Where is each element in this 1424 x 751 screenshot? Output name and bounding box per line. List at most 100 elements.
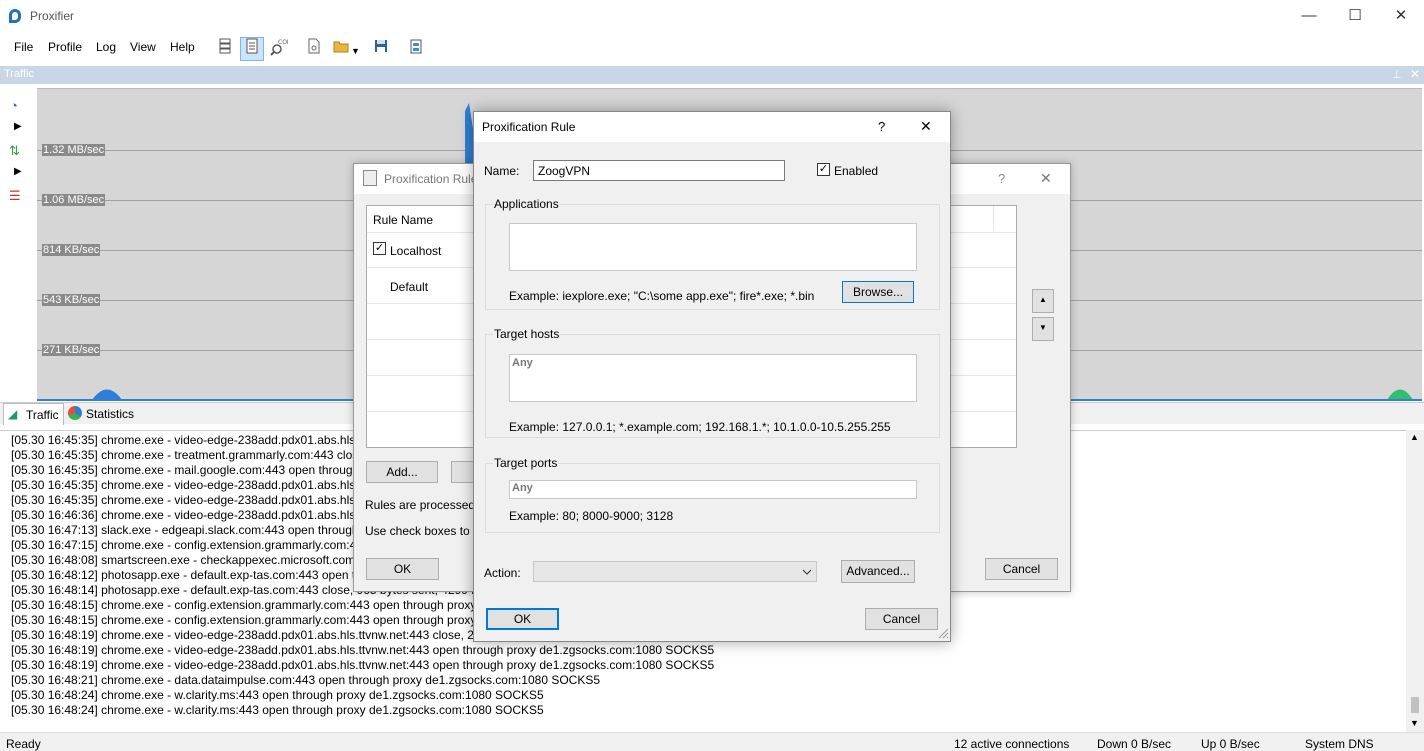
scroll-down-icon[interactable]: ▼ <box>1410 718 1419 728</box>
enabled-checkbox[interactable]: ✓ <box>817 163 830 176</box>
log-line: [05.30 16:45:35] chrome.exe - treatment.… <box>11 448 365 462</box>
tab-statistics[interactable]: Statistics <box>64 403 138 425</box>
resize-grip-icon[interactable] <box>937 627 949 639</box>
proxification-rules-icon[interactable] <box>240 37 264 61</box>
menu-log[interactable]: Log <box>96 40 116 54</box>
move-down-button[interactable]: ▼ <box>1032 317 1054 341</box>
rule-help-button[interactable]: ? <box>878 119 885 134</box>
status-download-speed: Down 0 B/sec <box>1097 737 1172 751</box>
log-line: [05.30 16:48:19] chrome.exe - video-edge… <box>11 643 715 657</box>
proxification-rule-dialog: Proxification Rule ? ✕ Name: ZoogVPN ✓ E… <box>473 111 951 642</box>
scroll-thumb[interactable] <box>1411 697 1419 713</box>
status-bar: Ready 12 active connections Down 0 B/sec… <box>0 732 1424 751</box>
expand-arrow-2-icon[interactable]: ▶ <box>14 166 22 177</box>
menu-file[interactable]: File <box>14 40 33 54</box>
target-hosts-value: Any <box>512 357 533 369</box>
panel-close-icon[interactable]: ✕ <box>1410 67 1420 81</box>
enabled-label: Enabled <box>834 164 879 178</box>
new-profile-icon[interactable] <box>302 37 326 61</box>
rules-dialog-icon <box>363 170 377 186</box>
rules-dialog-title: Proxification Rule <box>384 172 478 186</box>
action-select[interactable] <box>533 561 817 582</box>
up-down-arrows-icon[interactable]: ⇅ <box>9 143 20 159</box>
traffic-header-label: Traffic <box>4 68 34 80</box>
profile-advanced-icon[interactable] <box>404 37 428 61</box>
title-bar: Proxifier — ☐ ✕ <box>0 0 1424 32</box>
rules-checkbox-text: Use check boxes to en <box>365 524 487 538</box>
save-profile-icon[interactable] <box>369 37 393 61</box>
proxifier-logo-icon <box>9 9 21 23</box>
menu-bar: File Profile Log View Help COM ▼ <box>0 32 1424 66</box>
log-line: [05.30 16:48:15] chrome.exe - config.ext… <box>11 598 477 612</box>
target-hosts-title: Target hosts <box>493 327 561 341</box>
menu-profile[interactable]: Profile <box>48 40 82 54</box>
rule-localhost[interactable]: Localhost <box>390 244 441 258</box>
status-dns: System DNS <box>1305 737 1374 751</box>
traffic-tab-icon: ◢ <box>8 407 18 421</box>
menu-view[interactable]: View <box>130 40 156 54</box>
rule-cancel-button[interactable]: Cancel <box>865 608 938 630</box>
tab-traffic-label: Traffic <box>26 408 59 422</box>
target-hosts-example: Example: 127.0.0.1; *.example.com; 192.1… <box>509 420 891 434</box>
log-line: [05.30 16:48:24] chrome.exe - w.clarity.… <box>11 703 544 717</box>
log-line: [05.30 16:48:24] chrome.exe - w.clarity.… <box>11 688 544 702</box>
status-upload-speed: Up 0 B/sec <box>1201 737 1260 751</box>
applications-group: Applications Example: iexplore.exe; "C:\… <box>485 197 940 310</box>
target-ports-title: Target ports <box>493 456 559 470</box>
rules-processed-text: Rules are processed fr <box>365 498 486 512</box>
rules-ok-button[interactable]: OK <box>366 558 439 580</box>
move-up-button[interactable]: ▲ <box>1032 289 1054 313</box>
pin-icon[interactable]: ⊥ <box>1392 68 1402 81</box>
scroll-up-icon[interactable]: ▲ <box>1410 432 1419 442</box>
status-ready: Ready <box>6 737 41 751</box>
clear-list-icon[interactable]: ☰ <box>9 188 21 204</box>
rule-default[interactable]: Default <box>390 280 428 294</box>
target-ports-example: Example: 80; 8000-9000; 3128 <box>509 509 674 523</box>
statistics-pie-icon <box>68 406 82 420</box>
rules-cancel-button[interactable]: Cancel <box>985 558 1058 580</box>
name-resolution-icon[interactable]: COM <box>267 37 292 61</box>
log-line: [05.30 16:48:19] chrome.exe - video-edge… <box>11 658 715 672</box>
open-profile-icon[interactable] <box>329 37 353 61</box>
log-vertical-scrollbar[interactable]: ▲ ▼ <box>1406 430 1424 732</box>
rule-name-value: ZoogVPN <box>538 164 591 178</box>
rule-dialog-title: Proxification Rule <box>482 120 576 134</box>
rules-close-button[interactable]: ✕ <box>1040 170 1052 187</box>
tab-statistics-label: Statistics <box>86 407 135 421</box>
proxy-servers-icon[interactable] <box>213 37 237 61</box>
open-dropdown-chevron-icon[interactable]: ▼ <box>351 46 360 56</box>
log-line: [05.30 16:48:19] chrome.exe - video-edge… <box>11 628 488 642</box>
rule-ok-button[interactable]: OK <box>486 608 559 630</box>
target-hosts-input[interactable]: Any <box>509 354 917 402</box>
status-connections: 12 active connections <box>954 737 1070 751</box>
minimize-button[interactable]: — <box>1286 0 1332 32</box>
svg-text:COM: COM <box>278 39 288 46</box>
target-hosts-group: Target hosts Any Example: 127.0.0.1; *.e… <box>485 327 940 438</box>
localhost-checkbox[interactable]: ✓ <box>373 242 386 255</box>
expand-arrow-icon[interactable]: ▶ <box>14 121 22 132</box>
log-line: [05.30 16:48:15] chrome.exe - config.ext… <box>11 613 477 627</box>
tab-traffic[interactable]: ◢ Traffic <box>3 403 64 425</box>
window-title: Proxifier <box>30 9 75 23</box>
rule-close-button[interactable]: ✕ <box>920 118 932 135</box>
target-ports-input[interactable]: Any <box>509 480 917 499</box>
applications-input[interactable] <box>509 223 917 271</box>
time-scale-icon[interactable]: ◔ <box>10 98 18 113</box>
rule-dialog-header: Proxification Rule ? ✕ <box>474 112 950 142</box>
browse-button[interactable]: Browse... <box>842 281 914 303</box>
rule-name-input[interactable]: ZoogVPN <box>533 160 785 181</box>
close-button[interactable]: ✕ <box>1378 0 1424 32</box>
action-chevron-down-icon <box>802 569 812 575</box>
action-label: Action: <box>484 566 521 580</box>
traffic-panel-header: Traffic ⊥ ✕ <box>0 66 1424 84</box>
maximize-button[interactable]: ☐ <box>1332 0 1378 32</box>
target-ports-group: Target ports Any Example: 80; 8000-9000;… <box>485 456 940 533</box>
log-line: [05.30 16:47:15] chrome.exe - config.ext… <box>11 538 370 552</box>
menu-help[interactable]: Help <box>170 40 195 54</box>
column-rule-name[interactable]: Rule Name <box>373 213 433 227</box>
target-ports-value: Any <box>512 482 533 494</box>
add-rule-button[interactable]: Add... <box>366 461 438 483</box>
rules-help-button[interactable]: ? <box>998 171 1005 186</box>
advanced-button[interactable]: Advanced... <box>841 560 915 583</box>
log-line: [05.30 16:48:21] chrome.exe - data.datai… <box>11 673 601 687</box>
